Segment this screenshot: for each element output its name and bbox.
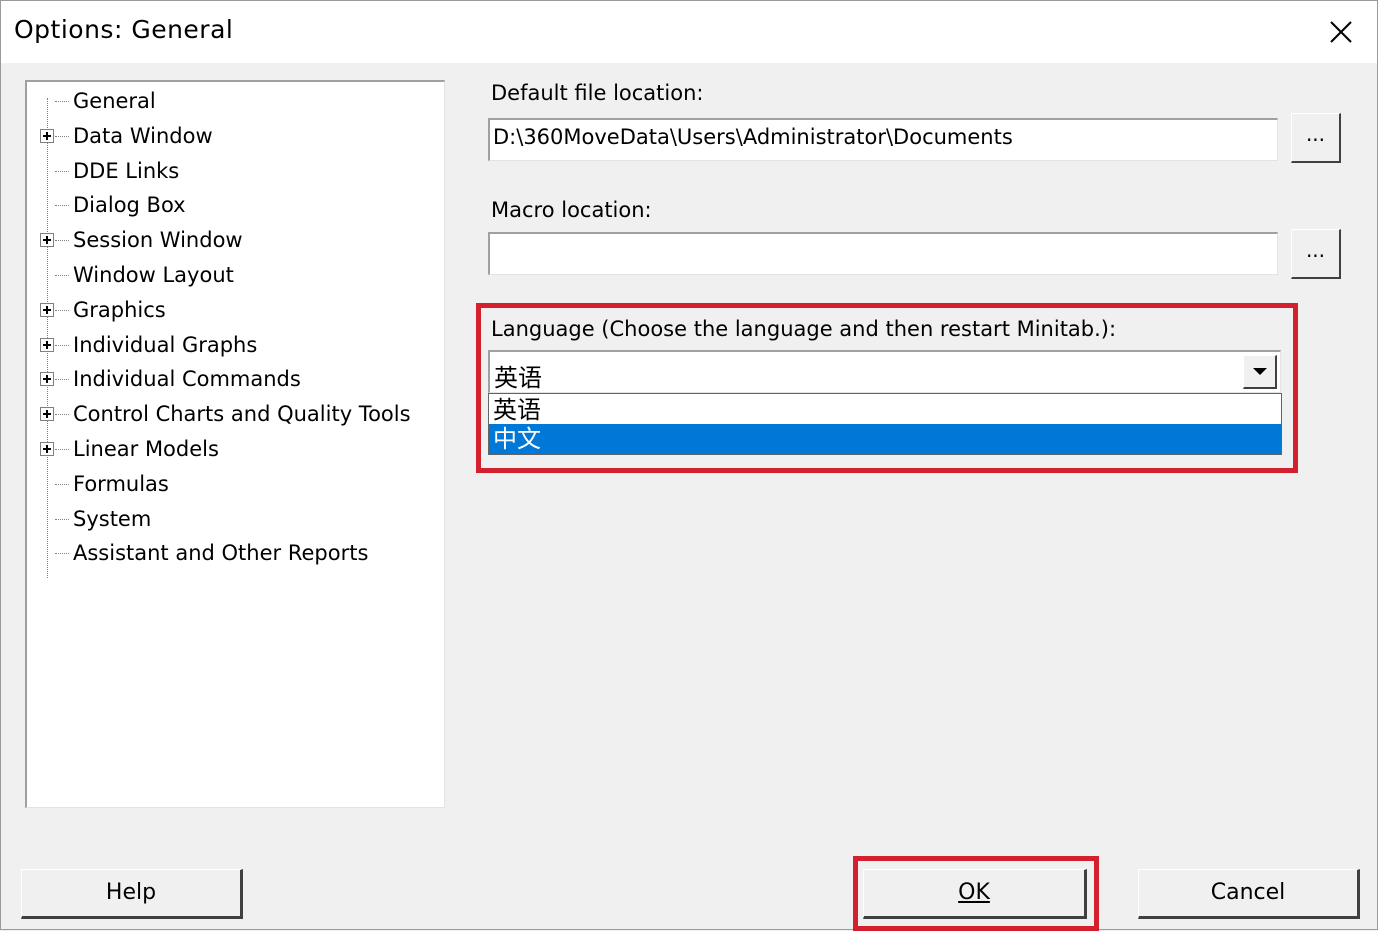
tree-connector	[55, 170, 69, 172]
language-option-english[interactable]: 英语	[489, 395, 1281, 425]
tree-item-label: Dialog Box	[73, 193, 186, 218]
tree-item-label: Graphics	[73, 297, 166, 322]
cancel-button[interactable]: Cancel	[1138, 869, 1360, 919]
tree-connector	[55, 344, 69, 346]
tree-connector	[55, 101, 69, 102]
expand-plus-icon[interactable]	[40, 372, 54, 387]
tree-item[interactable]: Control Charts and Quality Tools	[27, 397, 437, 431]
tree-item[interactable]: DDE Links	[27, 154, 437, 188]
help-button[interactable]: Help	[21, 869, 243, 919]
expand-plus-icon[interactable]	[40, 442, 54, 456]
ok-button[interactable]: OK	[863, 869, 1087, 919]
tree-item[interactable]: Linear Models	[27, 432, 437, 466]
tree-item-label: DDE Links	[73, 158, 180, 183]
language-option-chinese[interactable]: 中文	[489, 424, 1281, 454]
language-select[interactable]: 英语	[488, 350, 1281, 393]
tree-item[interactable]: Data Window	[27, 119, 437, 153]
tree-item-label: Window Layout	[73, 263, 234, 287]
tree-item[interactable]: Formulas	[27, 467, 437, 501]
tree-item-label: Data Window	[73, 123, 213, 148]
expand-plus-icon[interactable]	[40, 337, 54, 352]
tree-item[interactable]: Individual Commands	[27, 362, 437, 396]
tree-item[interactable]: Graphics	[27, 293, 437, 327]
options-tree[interactable]: General Data Window DDE Links Dialog Box Ses…	[25, 80, 445, 808]
tree-item-label: General	[73, 89, 156, 113]
tree-item-label: Formulas	[73, 471, 169, 496]
tree-connector	[55, 553, 69, 555]
tree-item[interactable]: System	[27, 502, 437, 536]
tree-item[interactable]: Assistant and Other Reports	[27, 536, 437, 570]
expand-plus-icon[interactable]	[40, 407, 54, 422]
tree-connector	[55, 379, 69, 381]
language-selected-value: 英语	[494, 364, 542, 392]
tree-item[interactable]: Session Window	[27, 223, 437, 257]
tree-item[interactable]: Dialog Box	[27, 188, 437, 222]
tree-connector	[55, 275, 69, 276]
expand-plus-icon[interactable]	[40, 128, 54, 143]
default-file-browse-button[interactable]: ...	[1291, 113, 1341, 163]
close-button[interactable]	[1319, 11, 1363, 53]
macro-location-label: Macro location:	[491, 198, 652, 222]
tree-item-label: Linear Models	[73, 437, 219, 461]
tree-connector	[55, 205, 69, 207]
dialog-title: Options: General	[14, 15, 234, 44]
tree-connector	[55, 483, 69, 485]
close-icon	[1330, 21, 1352, 43]
tree-item[interactable]: Window Layout	[27, 258, 437, 292]
tree-item-label: Control Charts and Quality Tools	[73, 402, 411, 427]
dropdown-arrow-icon[interactable]	[1243, 355, 1277, 389]
language-dropdown-list: 英语 中文	[488, 393, 1282, 455]
tree-item-label: System	[73, 506, 152, 531]
options-dialog: Options: General General Data Window DDE L…	[0, 0, 1378, 931]
default-file-location-label: Default file location:	[491, 81, 704, 105]
tree-item-label: Session Window	[73, 228, 243, 253]
default-file-location-input[interactable]: D:\360MoveData\Users\Administrator\Docum…	[488, 118, 1278, 161]
tree-item-label: Individual Commands	[73, 367, 301, 392]
tree-item-label: Assistant and Other Reports	[73, 541, 369, 566]
tree-connector	[55, 449, 69, 450]
tree-item-label: Individual Graphs	[73, 332, 258, 357]
expand-plus-icon[interactable]	[40, 302, 54, 317]
language-label: Language (Choose the language and then r…	[491, 317, 1117, 341]
tree-connector	[55, 135, 69, 137]
tree-connector	[55, 309, 69, 311]
tree-item[interactable]: General	[27, 84, 437, 118]
tree-connector	[55, 240, 69, 242]
tree-connector	[55, 518, 69, 520]
macro-location-input[interactable]	[488, 232, 1278, 275]
title-bar: Options: General	[1, 1, 1377, 63]
expand-plus-icon[interactable]	[40, 233, 54, 248]
macro-browse-button[interactable]: ...	[1291, 229, 1341, 279]
tree-item[interactable]: Individual Graphs	[27, 328, 437, 362]
tree-connector	[55, 414, 69, 416]
